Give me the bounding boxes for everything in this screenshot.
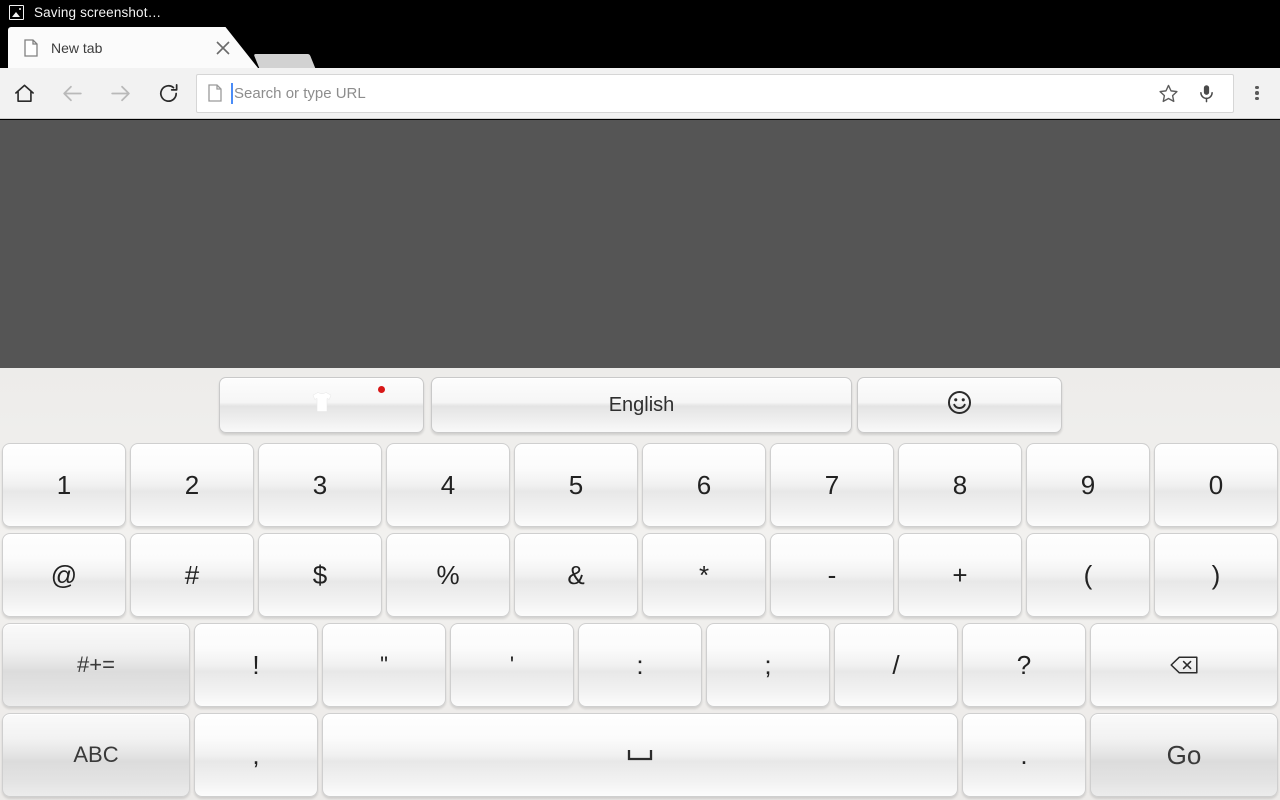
reload-icon[interactable]	[144, 69, 192, 117]
key-go[interactable]: Go	[1090, 713, 1278, 797]
browser-tab-new-tab[interactable]: New tab	[8, 27, 258, 68]
symbol-row-1: @ # $ % & * - + ( )	[0, 530, 1280, 620]
omnibox[interactable]: Search or type URL	[196, 73, 1234, 113]
key-6[interactable]: 6	[642, 443, 766, 527]
symbol-row-2: #+= ! " ' : ; / ?	[0, 620, 1280, 710]
emoji-key[interactable]	[857, 377, 1062, 433]
key-slash[interactable]: /	[834, 623, 958, 707]
screen-root: Saving screenshot… New tab Search or typ…	[0, 0, 1280, 800]
key-2[interactable]: 2	[130, 443, 254, 527]
key-paren-close[interactable]: )	[1154, 533, 1278, 617]
theme-key[interactable]	[219, 377, 424, 433]
key-plus[interactable]: +	[898, 533, 1022, 617]
key-space[interactable]	[322, 713, 958, 797]
key-7[interactable]: 7	[770, 443, 894, 527]
key-ampersand[interactable]: &	[514, 533, 638, 617]
page-content-area	[0, 120, 1280, 368]
language-switch-key[interactable]: English	[431, 377, 852, 433]
android-status-bar: Saving screenshot…	[0, 0, 1280, 24]
key-dollar[interactable]: $	[258, 533, 382, 617]
key-0[interactable]: 0	[1154, 443, 1278, 527]
space-icon	[627, 750, 653, 761]
key-question[interactable]: ?	[962, 623, 1086, 707]
key-3[interactable]: 3	[258, 443, 382, 527]
theme-notification-dot	[378, 386, 385, 393]
keyboard-key-rows: 1 2 3 4 5 6 7 8 9 0 @ # $ % & * - + () …	[0, 440, 1280, 800]
android-soft-keyboard: GO English	[0, 368, 1280, 800]
text-cursor	[231, 82, 233, 104]
keyboard-top-bar: GO English	[0, 368, 1280, 786]
language-label: English	[608, 393, 675, 416]
key-exclamation[interactable]: !	[194, 623, 318, 707]
key-8[interactable]: 8	[898, 443, 1022, 527]
emoji-smiley-icon	[947, 390, 972, 421]
key-at[interactable]: @	[2, 533, 126, 617]
key-5[interactable]: 5	[514, 443, 638, 527]
bottom-row: ABC , . Go	[0, 710, 1280, 800]
key-percent[interactable]: %	[386, 533, 510, 617]
key-9[interactable]: 9	[1026, 443, 1150, 527]
status-bar-text: Saving screenshot…	[34, 4, 162, 20]
page-document-icon	[208, 84, 222, 102]
home-icon[interactable]	[0, 69, 48, 117]
search-input-placeholder[interactable]: Search or type URL	[234, 85, 1149, 102]
key-hash[interactable]: #	[130, 533, 254, 617]
key-more-symbols[interactable]: #+=	[2, 623, 190, 707]
key-asterisk[interactable]: *	[642, 533, 766, 617]
browser-toolbar: Search or type URL	[0, 68, 1280, 119]
key-hyphen[interactable]: -	[770, 533, 894, 617]
arrow-forward-icon[interactable]	[96, 69, 144, 117]
number-row: 1 2 3 4 5 6 7 8 9 0	[0, 440, 1280, 530]
arrow-back-icon[interactable]	[48, 69, 96, 117]
star-outline-icon[interactable]	[1149, 75, 1187, 111]
key-double-quote[interactable]: "	[322, 623, 446, 707]
key-single-quote[interactable]: '	[450, 623, 574, 707]
key-backspace[interactable]	[1090, 623, 1278, 707]
key-4[interactable]: 4	[386, 443, 510, 527]
backspace-icon	[1170, 656, 1198, 674]
tab-title: New tab	[51, 39, 103, 56]
tab-strip: New tab	[0, 24, 1280, 76]
key-semicolon[interactable]: ;	[706, 623, 830, 707]
key-period[interactable]: .	[962, 713, 1086, 797]
close-icon[interactable]	[210, 35, 236, 61]
screenshot-image-icon	[9, 4, 24, 20]
microphone-icon[interactable]	[1187, 75, 1225, 111]
key-paren-open[interactable]: (	[1026, 533, 1150, 617]
key-abc-layout[interactable]: ABC	[2, 713, 190, 797]
key-colon[interactable]: :	[578, 623, 702, 707]
key-comma[interactable]: ,	[194, 713, 318, 797]
key-1[interactable]: 1	[2, 443, 126, 527]
overflow-menu-icon[interactable]	[1234, 69, 1280, 117]
tshirt-theme-icon	[310, 391, 334, 419]
document-page-icon	[24, 38, 39, 57]
